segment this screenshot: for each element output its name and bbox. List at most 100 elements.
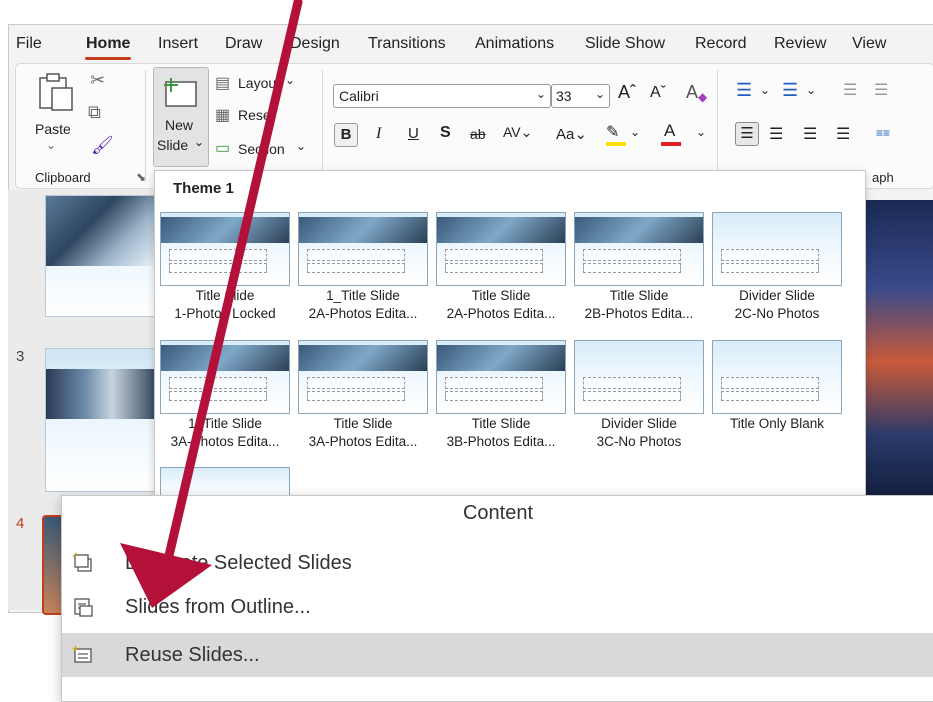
layout-thumbnail: [574, 212, 704, 286]
layout-option[interactable]: Divider Slide 2C-No Photos: [712, 212, 842, 322]
chevron-down-icon[interactable]: ⌄: [806, 83, 816, 97]
layout-variant: 2B-Photos Edita...: [584, 306, 694, 321]
layout-option[interactable]: Title Slide 2A-Photos Edita...: [436, 212, 566, 322]
reset-button[interactable]: Reset: [238, 107, 275, 123]
layout-title-placeholder: [445, 377, 543, 389]
active-tab-underline: [85, 57, 131, 60]
section-dropdown-icon[interactable]: ⌄: [296, 139, 306, 153]
layout-title-placeholder: [583, 377, 681, 389]
character-spacing-button[interactable]: AV⌄: [503, 124, 532, 141]
layout-thumbnail: [574, 340, 704, 414]
font-name-dropdown[interactable]: Calibri ⌄: [333, 84, 551, 108]
justify-icon[interactable]: ☰: [836, 124, 850, 144]
align-left-button[interactable]: ☰: [735, 122, 759, 146]
font-color-icon[interactable]: A: [664, 121, 675, 141]
strikethrough-button[interactable]: ab: [470, 126, 486, 142]
paste-button[interactable]: [34, 72, 78, 118]
cut-icon[interactable]: ✂: [90, 70, 105, 91]
layout-option[interactable]: Title Slide 3B-Photos Edita...: [436, 340, 566, 450]
increase-indent-icon[interactable]: ☰: [874, 80, 888, 100]
layout-subtitle-placeholder: [169, 263, 267, 273]
columns-icon[interactable]: ≡≡: [876, 126, 890, 140]
new-slide-label-top: New: [165, 117, 194, 133]
copy-icon[interactable]: ⧉: [88, 102, 101, 123]
reuse-slides-item[interactable]: Reuse Slides...: [62, 633, 933, 677]
layout-title-placeholder: [307, 249, 405, 261]
font-size-dropdown[interactable]: 33 ⌄: [551, 84, 610, 108]
reset-icon[interactable]: ▦: [215, 105, 230, 125]
layout-subtitle-placeholder: [445, 391, 543, 401]
layout-name: Title Only Blank: [729, 416, 825, 431]
slide-number-4: 4: [16, 515, 25, 532]
section-icon[interactable]: ▭: [215, 138, 230, 158]
numbering-icon[interactable]: ☰: [782, 80, 798, 101]
group-divider: [717, 70, 718, 182]
layout-name: Title Slide: [609, 288, 669, 303]
tab-review[interactable]: Review: [774, 35, 826, 53]
layout-thumbnail: [436, 340, 566, 414]
paragraph-group-label: aph: [872, 170, 894, 185]
layout-option[interactable]: Title Slide 1-Photos Locked: [160, 212, 290, 322]
layout-icon[interactable]: ▤: [215, 73, 230, 93]
paste-dropdown-icon[interactable]: ⌄: [46, 138, 56, 152]
highlight-color-icon[interactable]: ✎: [606, 122, 619, 142]
layout-option[interactable]: 1_Title Slide 2A-Photos Edita...: [298, 212, 428, 322]
decrease-indent-icon[interactable]: ☰: [843, 80, 857, 100]
clear-formatting-icon[interactable]: A: [686, 82, 698, 103]
layout-name: Divider Slide: [601, 416, 677, 431]
shadow-button[interactable]: S: [440, 124, 451, 142]
tab-draw[interactable]: Draw: [225, 35, 262, 53]
layout-dropdown-icon[interactable]: ⌄: [285, 73, 295, 87]
slide-thumbnail-3[interactable]: [45, 348, 157, 492]
grow-font-icon[interactable]: Aˆ: [618, 82, 636, 103]
layout-photo-placeholder: [161, 217, 289, 243]
tab-view[interactable]: View: [852, 35, 886, 53]
tab-record[interactable]: Record: [695, 35, 747, 53]
layout-variant: 3A-Photos Edita...: [170, 434, 280, 449]
tab-animations[interactable]: Animations: [475, 35, 554, 53]
slide-thumbnail-photo: [46, 369, 156, 419]
layout-option[interactable]: Divider Slide 3C-No Photos: [574, 340, 704, 450]
layout-option[interactable]: 1_Title Slide 3A-Photos Edita...: [160, 340, 290, 450]
duplicate-slides-icon: [72, 552, 92, 572]
tab-transitions[interactable]: Transitions: [368, 35, 446, 53]
change-case-button[interactable]: Aa⌄: [556, 125, 587, 143]
layout-button[interactable]: Layout: [238, 75, 280, 91]
slides-from-outline-item[interactable]: Slides from Outline...: [62, 585, 933, 629]
new-slide-button[interactable]: New Slide ⌄: [153, 67, 209, 167]
underline-button[interactable]: U: [408, 125, 419, 142]
layout-option[interactable]: Title Slide 2B-Photos Edita...: [574, 212, 704, 322]
highlight-color-bar: [606, 142, 626, 146]
group-divider: [322, 70, 323, 182]
layout-photo-placeholder: [299, 217, 427, 243]
chevron-down-icon[interactable]: ⌄: [696, 125, 706, 139]
tab-insert[interactable]: Insert: [158, 35, 198, 53]
bold-button[interactable]: B: [334, 123, 358, 147]
layout-option[interactable]: Title Slide 3A-Photos Edita...: [298, 340, 428, 450]
format-painter-icon[interactable]: 🖌: [91, 135, 114, 156]
layout-option[interactable]: Title Only Blank: [712, 340, 842, 433]
slides-outline-icon: [74, 598, 93, 617]
align-center-icon[interactable]: ☰: [769, 124, 783, 144]
layout-title-placeholder: [445, 249, 543, 261]
section-button[interactable]: Section: [238, 141, 285, 157]
tab-slide-show[interactable]: Slide Show: [585, 35, 665, 53]
layout-subtitle-placeholder: [721, 263, 819, 273]
bullets-icon[interactable]: ☰: [736, 80, 752, 101]
tab-file[interactable]: File: [16, 35, 42, 53]
layout-subtitle-placeholder: [445, 263, 543, 273]
layout-variant: 1-Photos Locked: [174, 306, 276, 321]
layout-variant: 2A-Photos Edita...: [308, 306, 418, 321]
slide-thumbnail-2[interactable]: [45, 195, 157, 317]
chevron-down-icon[interactable]: ⌄: [630, 125, 640, 139]
tab-design[interactable]: Design: [290, 35, 340, 53]
layout-name: Title Slide: [195, 288, 255, 303]
align-right-icon[interactable]: ☰: [803, 124, 817, 144]
group-divider: [145, 70, 146, 182]
chevron-down-icon: ⌄: [536, 87, 547, 101]
duplicate-selected-slides-item[interactable]: Duplicate Selected Slides: [62, 541, 933, 585]
italic-button[interactable]: I: [376, 125, 381, 143]
chevron-down-icon[interactable]: ⌄: [760, 83, 770, 97]
shrink-font-icon[interactable]: Aˇ: [650, 84, 666, 102]
tab-home[interactable]: Home: [86, 35, 130, 53]
